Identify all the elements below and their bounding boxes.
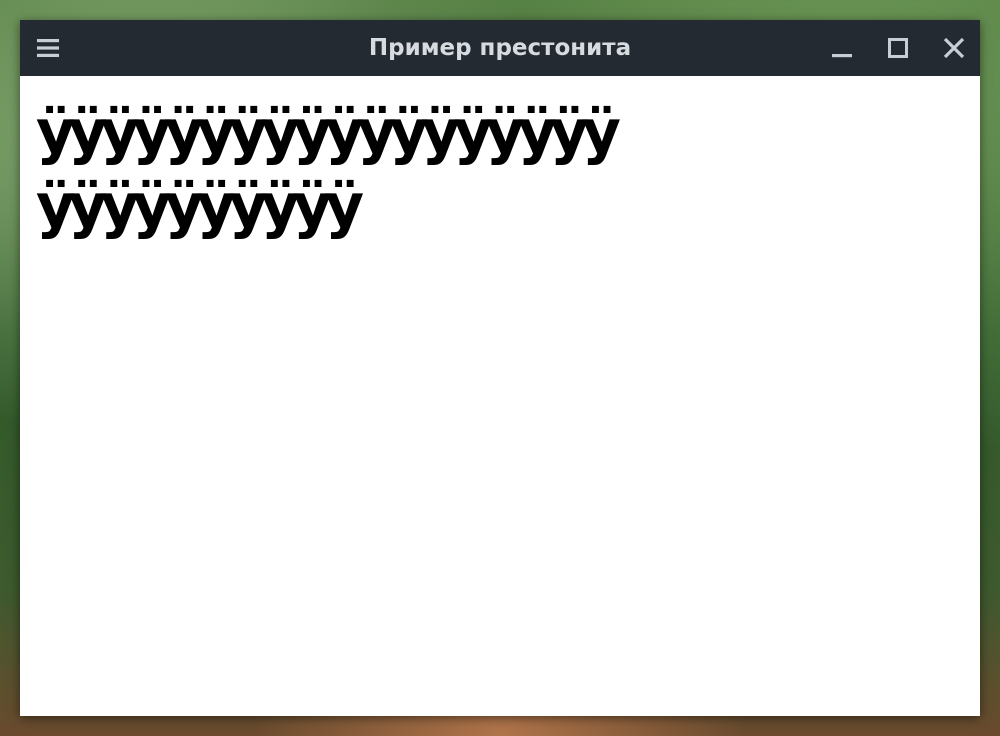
content-area: ӱӱӱӱӱӱӱӱӱӱӱӱӱӱӱӱӱӱ ӱӱӱӱӱӱӱӱӱӱ [20, 76, 980, 716]
menu-button[interactable] [32, 32, 64, 64]
sample-text-line-2: ӱӱӱӱӱӱӱӱӱӱ [36, 171, 364, 241]
close-icon [943, 37, 965, 59]
title-bar[interactable]: Пример престонита [20, 20, 980, 76]
maximize-button[interactable] [882, 32, 914, 64]
window-controls [826, 32, 970, 64]
desktop-background: Пример престонита ӱӱӱӱӱӱӱӱӱӱӱӱӱӱӱӱӱӱ ӱӱӱ… [0, 0, 1000, 736]
minimize-button[interactable] [826, 32, 858, 64]
minimize-icon [832, 54, 852, 58]
app-window: Пример престонита ӱӱӱӱӱӱӱӱӱӱӱӱӱӱӱӱӱӱ ӱӱӱ… [20, 20, 980, 716]
hamburger-menu-icon [37, 39, 59, 57]
close-button[interactable] [938, 32, 970, 64]
maximize-icon [888, 38, 908, 58]
sample-text-line-1: ӱӱӱӱӱӱӱӱӱӱӱӱӱӱӱӱӱӱ [36, 97, 621, 167]
